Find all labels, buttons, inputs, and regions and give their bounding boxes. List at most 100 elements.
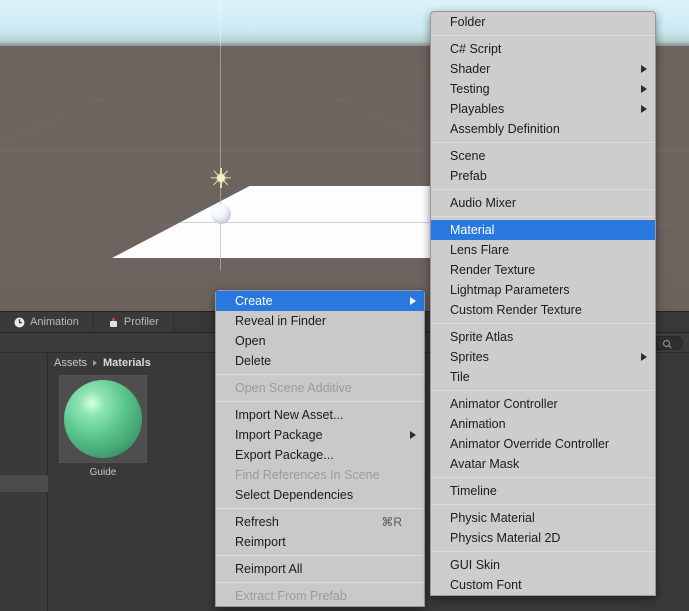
menu-item-label: C# Script <box>450 42 502 56</box>
create-item-animator-override-controller[interactable]: Animator Override Controller <box>431 434 655 454</box>
menu-item-export-package[interactable]: Export Package... <box>216 445 424 465</box>
submenu-arrow-icon <box>641 353 647 361</box>
create-item-folder[interactable]: Folder <box>431 12 655 32</box>
create-item-custom-render-texture[interactable]: Custom Render Texture <box>431 300 655 320</box>
menu-item-label: Folder <box>450 15 486 29</box>
submenu-arrow-icon <box>410 297 416 305</box>
create-item-render-texture[interactable]: Render Texture <box>431 260 655 280</box>
menu-item-label: Shader <box>450 62 491 76</box>
menu-item-label: Find References In Scene <box>235 468 380 482</box>
menu-item-import-package[interactable]: Import Package <box>216 425 424 445</box>
create-item-audio-mixer[interactable]: Audio Mixer <box>431 193 655 213</box>
scene-sphere-object[interactable] <box>211 204 231 224</box>
menu-item-label: GUI Skin <box>450 558 501 572</box>
menu-item-shortcut: ⌘R <box>381 515 402 529</box>
create-item-prefab[interactable]: Prefab <box>431 166 655 186</box>
menu-item-label: Animator Override Controller <box>450 437 610 451</box>
menu-item-open[interactable]: Open <box>216 331 424 351</box>
create-item-sprite-atlas[interactable]: Sprite Atlas <box>431 327 655 347</box>
project-tree-selected-row[interactable] <box>0 475 48 492</box>
menu-item-label: Avatar Mask <box>450 457 520 471</box>
tab-profiler[interactable]: Profiler <box>93 312 174 332</box>
menu-item-label: Scene <box>450 149 486 163</box>
material-preview-sphere-icon <box>64 380 142 458</box>
menu-item-import-new-asset[interactable]: Import New Asset... <box>216 405 424 425</box>
menu-item-label: Open <box>235 334 266 348</box>
breadcrumb: Assets Materials <box>54 354 151 372</box>
menu-item-label: Animator Controller <box>450 397 558 411</box>
search-icon <box>662 339 670 347</box>
menu-item-label: Custom Render Texture <box>450 303 582 317</box>
menu-item-label: Testing <box>450 82 490 96</box>
menu-item-label: Import Package <box>235 428 323 442</box>
create-item-timeline[interactable]: Timeline <box>431 481 655 501</box>
create-item-sprites[interactable]: Sprites <box>431 347 655 367</box>
create-item-animation[interactable]: Animation <box>431 414 655 434</box>
menu-item-extract-from-prefab: Extract From Prefab <box>216 586 424 606</box>
breadcrumb-item-assets[interactable]: Assets <box>54 357 87 369</box>
menu-item-label: Tile <box>450 370 470 384</box>
create-item-shader[interactable]: Shader <box>431 59 655 79</box>
menu-item-label: Import New Asset... <box>235 408 344 422</box>
menu-separator <box>216 374 424 375</box>
create-item-avatar-mask[interactable]: Avatar Mask <box>431 454 655 474</box>
create-item-material[interactable]: Material <box>431 220 655 240</box>
menu-item-label: Sprites <box>450 350 489 364</box>
menu-item-find-references-in-scene: Find References In Scene <box>216 465 424 485</box>
create-item-physics-material-2d[interactable]: Physics Material 2D <box>431 528 655 548</box>
directional-light-gizmo-icon[interactable] <box>210 168 231 188</box>
menu-item-delete[interactable]: Delete <box>216 351 424 371</box>
create-item-lightmap-parameters[interactable]: Lightmap Parameters <box>431 280 655 300</box>
create-item-custom-font[interactable]: Custom Font <box>431 575 655 595</box>
menu-separator <box>216 582 424 583</box>
menu-item-label: Create <box>235 294 273 308</box>
project-folder-tree[interactable] <box>0 353 48 611</box>
create-item-assembly-definition[interactable]: Assembly Definition <box>431 119 655 139</box>
create-item-lens-flare[interactable]: Lens Flare <box>431 240 655 260</box>
menu-separator <box>431 142 655 143</box>
create-item-physic-material[interactable]: Physic Material <box>431 508 655 528</box>
menu-item-label: Select Dependencies <box>235 488 354 502</box>
menu-item-label: Refresh <box>235 515 279 529</box>
create-item-gui-skin[interactable]: GUI Skin <box>431 555 655 575</box>
menu-item-label: Playables <box>450 102 505 116</box>
unity-editor-window: Animation Profiler Assets Materials Guid… <box>0 0 689 611</box>
asset-thumbnail[interactable] <box>59 375 147 463</box>
menu-item-label: Audio Mixer <box>450 196 516 210</box>
menu-item-label: Open Scene Additive <box>235 381 352 395</box>
menu-item-label: Reveal in Finder <box>235 314 327 328</box>
create-item-playables[interactable]: Playables <box>431 99 655 119</box>
breadcrumb-item-materials[interactable]: Materials <box>103 357 151 369</box>
menu-item-reimport[interactable]: Reimport <box>216 532 424 552</box>
menu-item-label: Lightmap Parameters <box>450 283 570 297</box>
create-item-animator-controller[interactable]: Animator Controller <box>431 394 655 414</box>
menu-item-open-scene-additive: Open Scene Additive <box>216 378 424 398</box>
menu-item-select-dependencies[interactable]: Select Dependencies <box>216 485 424 505</box>
create-item-testing[interactable]: Testing <box>431 79 655 99</box>
create-submenu[interactable]: Folder C# Script Shader Testing Playables Ass… <box>430 11 656 596</box>
asset-item-guide[interactable]: Guide <box>57 375 149 478</box>
menu-item-create[interactable]: Create <box>216 291 424 311</box>
menu-separator <box>216 401 424 402</box>
tab-animation[interactable]: Animation <box>0 312 94 332</box>
tab-label: Animation <box>30 316 79 328</box>
tab-label: Profiler <box>123 316 159 328</box>
menu-separator <box>431 504 655 505</box>
menu-item-label: Physics Material 2D <box>450 531 561 545</box>
menu-item-label: Timeline <box>450 484 497 498</box>
menu-item-label: Material <box>450 223 495 237</box>
menu-item-reimport-all[interactable]: Reimport All <box>216 559 424 579</box>
submenu-arrow-icon <box>641 85 647 93</box>
assets-context-menu[interactable]: Create Reveal in Finder Open Delete Open Sce… <box>215 290 425 607</box>
menu-item-refresh[interactable]: Refresh ⌘R <box>216 512 424 532</box>
menu-separator <box>431 189 655 190</box>
menu-item-label: Custom Font <box>450 578 522 592</box>
create-item-tile[interactable]: Tile <box>431 367 655 387</box>
create-item-scene[interactable]: Scene <box>431 146 655 166</box>
asset-grid: Guide <box>57 375 149 478</box>
create-item-c-script[interactable]: C# Script <box>431 39 655 59</box>
menu-item-label: Reimport <box>235 535 286 549</box>
menu-item-reveal-in-finder[interactable]: Reveal in Finder <box>216 311 424 331</box>
menu-item-label: Prefab <box>450 169 487 183</box>
menu-separator <box>431 551 655 552</box>
